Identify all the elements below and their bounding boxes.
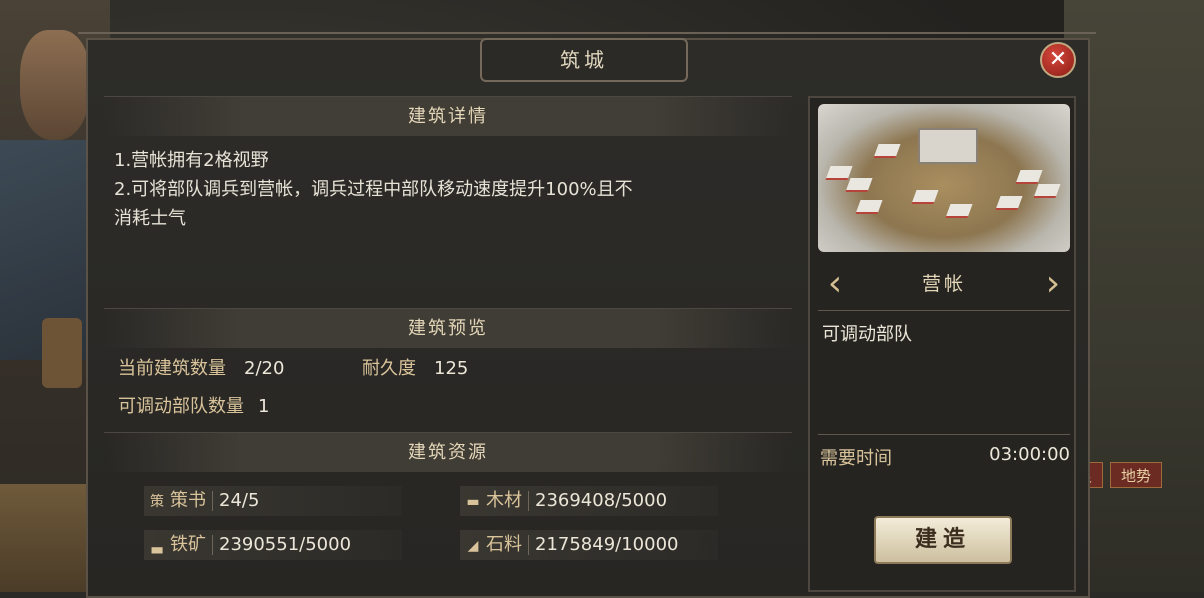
dialog-title: 筑城 (480, 38, 688, 82)
building-count-label: 当前建筑数量 (118, 358, 226, 379)
durability-value: 125 (434, 358, 469, 379)
resource-name: 铁矿 (170, 534, 206, 555)
background-buildings (0, 484, 90, 592)
close-button[interactable]: ✕ (1040, 42, 1076, 78)
scroll-icon: 策 (150, 494, 164, 510)
description-line-3: 消耗士气 (114, 208, 186, 229)
hero-face (20, 30, 90, 140)
resource-value: 2390551/5000 (219, 534, 352, 555)
durability-stat: 耐久度 125 (362, 354, 468, 380)
resource-value: 2369408/5000 (535, 490, 668, 511)
resource-name: 木材 (486, 490, 522, 511)
building-thumbnail (818, 104, 1070, 252)
building-count-value: 2/20 (244, 358, 285, 379)
building-count-stat: 当前建筑数量 2/20 (118, 354, 284, 380)
divider (818, 310, 1070, 311)
divider (818, 434, 1070, 435)
building-selector: 营帐 ‹ › (818, 258, 1070, 310)
resource-item-iron: ▃ 铁矿 2390551/5000 (144, 530, 402, 560)
wood-icon: ▬ (466, 494, 480, 510)
build-time-value: 03:00:00 (989, 444, 1070, 465)
description-line-2: 2.可将部队调兵到营帐，调兵过程中部队移动速度提升100%且不 (114, 179, 633, 200)
troops-label: 可调动部队数量 (118, 396, 244, 417)
resource-item-scroll: 策策书 24/5 (144, 486, 402, 516)
troops-stat: 可调动部队数量 1 (118, 392, 269, 418)
resource-name: 石料 (486, 534, 522, 555)
durability-label: 耐久度 (362, 358, 416, 379)
hero-scroll (42, 318, 82, 388)
preview-section-title: 建筑预览 (104, 308, 792, 348)
resource-value: 2175849/10000 (535, 534, 679, 555)
details-panel: 建筑详情 1.营帐拥有2格视野 2.可将部队调兵到营帐，调兵过程中部队移动速度提… (104, 96, 792, 592)
stone-icon: ◢ (467, 538, 479, 554)
background-tab-2: 地势 (1110, 462, 1163, 488)
iron-icon: ▃ (151, 538, 163, 554)
prev-building-button[interactable]: ‹ (822, 264, 848, 304)
building-name: 营帐 (921, 273, 966, 295)
troops-value: 1 (258, 396, 270, 417)
building-feature: 可调动部队 (822, 324, 912, 345)
description-line-1: 1.营帐拥有2格视野 (114, 150, 269, 171)
resource-value: 24/5 (219, 490, 260, 511)
camp-hall-shape (918, 128, 978, 164)
resource-item-stone: ◢ 石料 2175849/10000 (460, 530, 718, 560)
resource-item-wood: ▬ 木材 2369408/5000 (460, 486, 718, 516)
build-time-label: 需要时间 (820, 448, 892, 469)
building-info-panel: 营帐 ‹ › 可调动部队 需要时间 03:00:00 建造 (808, 96, 1076, 592)
resources-section-title: 建筑资源 (104, 432, 792, 472)
resource-name: 策书 (170, 490, 206, 511)
build-button[interactable]: 建造 (874, 516, 1012, 564)
details-section-title: 建筑详情 (104, 96, 792, 136)
build-time: 需要时间 03:00:00 (820, 444, 1070, 470)
next-building-button[interactable]: › (1040, 264, 1066, 304)
building-description: 1.营帐拥有2格视野 2.可将部队调兵到营帐，调兵过程中部队移动速度提升100%… (114, 146, 794, 233)
